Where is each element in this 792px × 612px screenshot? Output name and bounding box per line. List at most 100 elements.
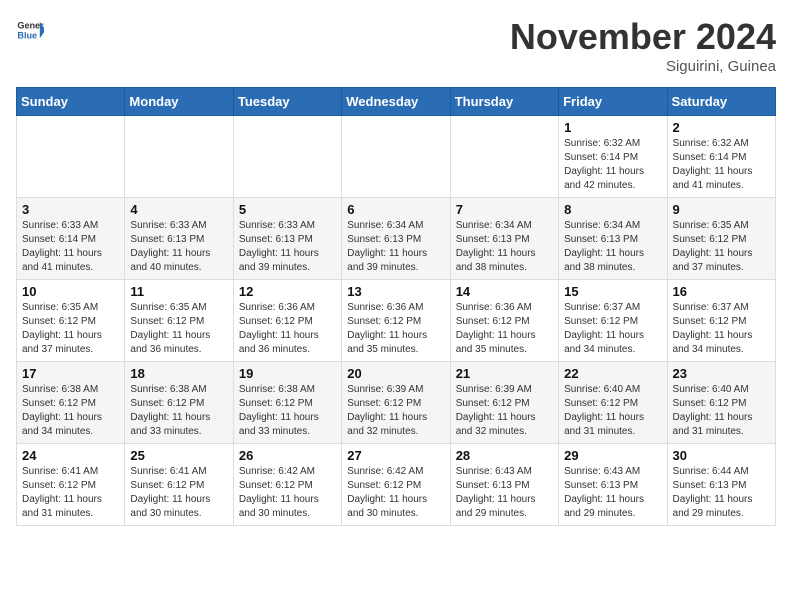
day-number: 12: [239, 284, 336, 299]
day-number: 13: [347, 284, 444, 299]
day-number: 6: [347, 202, 444, 217]
week-row-4: 17 Sunrise: 6:38 AM Sunset: 6:12 PM Dayli…: [17, 362, 776, 444]
logo-icon: General Blue: [16, 16, 44, 44]
title-block: November 2024 Siguirini, Guinea: [510, 16, 776, 75]
day-info: Sunrise: 6:36 AM Sunset: 6:12 PM Dayligh…: [456, 301, 553, 357]
day-info: Sunrise: 6:35 AM Sunset: 6:12 PM Dayligh…: [130, 301, 227, 357]
day-number: 15: [564, 284, 661, 299]
calendar-cell: 20 Sunrise: 6:39 AM Sunset: 6:12 PM Dayli…: [342, 362, 450, 444]
calendar-cell: [450, 116, 558, 198]
day-info: Sunrise: 6:35 AM Sunset: 6:12 PM Dayligh…: [22, 301, 119, 357]
day-number: 30: [673, 448, 770, 463]
day-number: 7: [456, 202, 553, 217]
day-info: Sunrise: 6:32 AM Sunset: 6:14 PM Dayligh…: [673, 137, 770, 193]
calendar-cell: 6Sunrise: 6:34 AM Sunset: 6:13 PM Daylig…: [342, 198, 450, 280]
day-info: Sunrise: 6:38 AM Sunset: 6:12 PM Dayligh…: [22, 383, 119, 439]
weekday-header-saturday: Saturday: [667, 88, 775, 116]
day-number: 4: [130, 202, 227, 217]
calendar-cell: 11 Sunrise: 6:35 AM Sunset: 6:12 PM Dayli…: [125, 280, 233, 362]
calendar-cell: 21Sunrise: 6:39 AM Sunset: 6:12 PM Dayli…: [450, 362, 558, 444]
day-info: Sunrise: 6:39 AM Sunset: 6:12 PM Dayligh…: [347, 383, 444, 439]
day-info: Sunrise: 6:40 AM Sunset: 6:12 PM Dayligh…: [564, 383, 661, 439]
calendar-cell: 16 Sunrise: 6:37 AM Sunset: 6:12 PM Dayli…: [667, 280, 775, 362]
week-row-3: 10 Sunrise: 6:35 AM Sunset: 6:12 PM Dayli…: [17, 280, 776, 362]
weekday-header-sunday: Sunday: [17, 88, 125, 116]
day-info: Sunrise: 6:42 AM Sunset: 6:12 PM Dayligh…: [239, 465, 336, 521]
day-info: Sunrise: 6:37 AM Sunset: 6:12 PM Dayligh…: [673, 301, 770, 357]
weekday-header-monday: Monday: [125, 88, 233, 116]
day-number: 25: [130, 448, 227, 463]
calendar-cell: 26 Sunrise: 6:42 AM Sunset: 6:12 PM Dayli…: [233, 444, 341, 526]
day-number: 10: [22, 284, 119, 299]
day-info: Sunrise: 6:41 AM Sunset: 6:12 PM Dayligh…: [130, 465, 227, 521]
day-number: 21: [456, 366, 553, 381]
calendar-cell: 19 Sunrise: 6:38 AM Sunset: 6:12 PM Dayli…: [233, 362, 341, 444]
week-row-5: 24 Sunrise: 6:41 AM Sunset: 6:12 PM Dayli…: [17, 444, 776, 526]
calendar-cell: 23Sunrise: 6:40 AM Sunset: 6:12 PM Dayli…: [667, 362, 775, 444]
calendar-cell: 15Sunrise: 6:37 AM Sunset: 6:12 PM Dayli…: [559, 280, 667, 362]
day-number: 1: [564, 120, 661, 135]
day-info: Sunrise: 6:38 AM Sunset: 6:12 PM Dayligh…: [239, 383, 336, 439]
day-info: Sunrise: 6:33 AM Sunset: 6:13 PM Dayligh…: [239, 219, 336, 275]
logo: General Blue: [16, 16, 44, 44]
day-info: Sunrise: 6:33 AM Sunset: 6:14 PM Dayligh…: [22, 219, 119, 275]
day-number: 16: [673, 284, 770, 299]
weekday-header-wednesday: Wednesday: [342, 88, 450, 116]
location: Siguirini, Guinea: [510, 58, 776, 75]
day-number: 27: [347, 448, 444, 463]
day-number: 24: [22, 448, 119, 463]
day-info: Sunrise: 6:34 AM Sunset: 6:13 PM Dayligh…: [456, 219, 553, 275]
day-number: 26: [239, 448, 336, 463]
week-row-2: 3Sunrise: 6:33 AM Sunset: 6:14 PM Daylig…: [17, 198, 776, 280]
calendar-cell: 25 Sunrise: 6:41 AM Sunset: 6:12 PM Dayli…: [125, 444, 233, 526]
calendar-cell: 3Sunrise: 6:33 AM Sunset: 6:14 PM Daylig…: [17, 198, 125, 280]
calendar-cell: [125, 116, 233, 198]
day-info: Sunrise: 6:36 AM Sunset: 6:12 PM Dayligh…: [239, 301, 336, 357]
day-info: Sunrise: 6:38 AM Sunset: 6:12 PM Dayligh…: [130, 383, 227, 439]
day-number: 17: [22, 366, 119, 381]
calendar-cell: 9 Sunrise: 6:35 AM Sunset: 6:12 PM Daylig…: [667, 198, 775, 280]
calendar-cell: 12 Sunrise: 6:36 AM Sunset: 6:12 PM Dayli…: [233, 280, 341, 362]
calendar-cell: 2Sunrise: 6:32 AM Sunset: 6:14 PM Daylig…: [667, 116, 775, 198]
day-info: Sunrise: 6:34 AM Sunset: 6:13 PM Dayligh…: [564, 219, 661, 275]
calendar-cell: 14 Sunrise: 6:36 AM Sunset: 6:12 PM Dayli…: [450, 280, 558, 362]
day-number: 28: [456, 448, 553, 463]
calendar-cell: 30 Sunrise: 6:44 AM Sunset: 6:13 PM Dayli…: [667, 444, 775, 526]
calendar-cell: [342, 116, 450, 198]
calendar-cell: 10 Sunrise: 6:35 AM Sunset: 6:12 PM Dayli…: [17, 280, 125, 362]
day-number: 14: [456, 284, 553, 299]
weekday-header-thursday: Thursday: [450, 88, 558, 116]
weekday-header-tuesday: Tuesday: [233, 88, 341, 116]
calendar-cell: 28Sunrise: 6:43 AM Sunset: 6:13 PM Dayli…: [450, 444, 558, 526]
day-number: 5: [239, 202, 336, 217]
calendar-cell: 5 Sunrise: 6:33 AM Sunset: 6:13 PM Daylig…: [233, 198, 341, 280]
day-number: 18: [130, 366, 227, 381]
calendar-cell: [17, 116, 125, 198]
calendar-cell: 24 Sunrise: 6:41 AM Sunset: 6:12 PM Dayli…: [17, 444, 125, 526]
calendar-cell: 17 Sunrise: 6:38 AM Sunset: 6:12 PM Dayli…: [17, 362, 125, 444]
day-info: Sunrise: 6:41 AM Sunset: 6:12 PM Dayligh…: [22, 465, 119, 521]
day-info: Sunrise: 6:44 AM Sunset: 6:13 PM Dayligh…: [673, 465, 770, 521]
day-info: Sunrise: 6:42 AM Sunset: 6:12 PM Dayligh…: [347, 465, 444, 521]
day-info: Sunrise: 6:33 AM Sunset: 6:13 PM Dayligh…: [130, 219, 227, 275]
day-number: 20: [347, 366, 444, 381]
calendar-cell: 22 Sunrise: 6:40 AM Sunset: 6:12 PM Dayli…: [559, 362, 667, 444]
day-info: Sunrise: 6:40 AM Sunset: 6:12 PM Dayligh…: [673, 383, 770, 439]
day-number: 19: [239, 366, 336, 381]
weekday-header-row: SundayMondayTuesdayWednesdayThursdayFrid…: [17, 88, 776, 116]
calendar-cell: 8Sunrise: 6:34 AM Sunset: 6:13 PM Daylig…: [559, 198, 667, 280]
calendar-cell: 18 Sunrise: 6:38 AM Sunset: 6:12 PM Dayli…: [125, 362, 233, 444]
day-number: 9: [673, 202, 770, 217]
day-number: 11: [130, 284, 227, 299]
calendar-cell: 4 Sunrise: 6:33 AM Sunset: 6:13 PM Daylig…: [125, 198, 233, 280]
day-info: Sunrise: 6:35 AM Sunset: 6:12 PM Dayligh…: [673, 219, 770, 275]
day-number: 22: [564, 366, 661, 381]
page-header: General Blue November 2024 Siguirini, Gu…: [16, 16, 776, 75]
month-title: November 2024: [510, 16, 776, 58]
calendar-cell: 7 Sunrise: 6:34 AM Sunset: 6:13 PM Daylig…: [450, 198, 558, 280]
calendar-cell: 27 Sunrise: 6:42 AM Sunset: 6:12 PM Dayli…: [342, 444, 450, 526]
calendar-table: SundayMondayTuesdayWednesdayThursdayFrid…: [16, 87, 776, 526]
calendar-cell: [233, 116, 341, 198]
day-info: Sunrise: 6:43 AM Sunset: 6:13 PM Dayligh…: [564, 465, 661, 521]
calendar-cell: 29Sunrise: 6:43 AM Sunset: 6:13 PM Dayli…: [559, 444, 667, 526]
